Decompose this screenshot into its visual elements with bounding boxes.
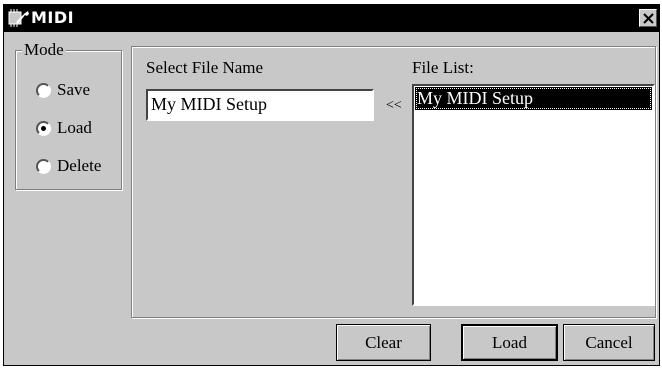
radio-load-label: Load — [57, 118, 92, 137]
close-icon — [643, 13, 654, 24]
midi-dialog: MIDI Mode Save Load Delete Select File N… — [3, 4, 660, 366]
clear-button[interactable]: Clear — [336, 324, 431, 361]
load-button[interactable]: Load — [461, 324, 558, 361]
radio-delete-button[interactable] — [36, 158, 51, 174]
cancel-button[interactable]: Cancel — [563, 324, 655, 361]
mode-legend: Mode — [22, 40, 66, 60]
radio-load[interactable]: Load — [36, 117, 92, 139]
radio-load-button[interactable] — [36, 120, 51, 136]
radio-delete[interactable]: Delete — [36, 155, 101, 177]
file-list-label: File List: — [412, 58, 474, 77]
select-file-name-label: Select File Name — [146, 58, 264, 77]
wrench-chip-icon — [8, 8, 30, 29]
file-name-input[interactable]: My MIDI Setup — [146, 89, 374, 121]
close-button[interactable] — [639, 9, 657, 27]
title-bar[interactable]: MIDI — [4, 5, 659, 32]
mode-group: Mode Save Load Delete — [15, 40, 122, 190]
copy-arrow-label: << — [386, 98, 402, 113]
radio-delete-label: Delete — [57, 156, 102, 175]
radio-save-label: Save — [57, 80, 91, 99]
file-list[interactable]: My MIDI Setup — [412, 84, 655, 306]
radio-save[interactable]: Save — [36, 79, 90, 101]
window-title: MIDI — [31, 8, 75, 27]
list-item[interactable]: My MIDI Setup — [415, 87, 652, 110]
radio-save-button[interactable] — [36, 82, 51, 98]
